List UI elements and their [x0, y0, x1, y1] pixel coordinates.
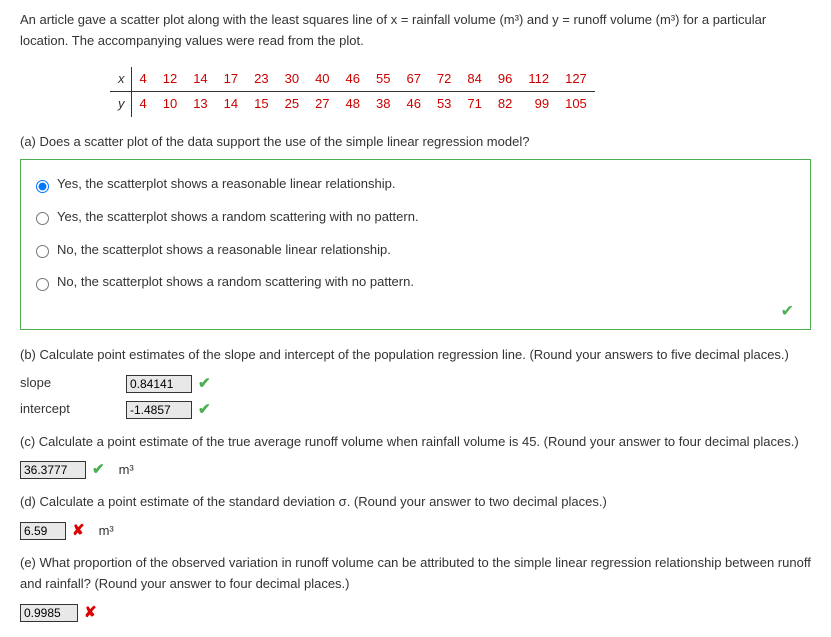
option-0[interactable]: Yes, the scatterplot shows a reasonable …	[31, 168, 800, 201]
option-3[interactable]: No, the scatterplot shows a random scatt…	[31, 266, 800, 299]
data-row-y: y 4 10 13 14 15 25 27 48 38 46 53 71 82 …	[110, 92, 595, 117]
part-e-prompt: (e) What proportion of the observed vari…	[20, 553, 811, 595]
radio-0[interactable]	[36, 180, 49, 193]
part-b-prompt: (b) Calculate point estimates of the slo…	[20, 345, 811, 366]
part-c-prompt: (c) Calculate a point estimate of the tr…	[20, 432, 811, 453]
check-icon: ✔	[198, 398, 211, 422]
check-icon: ✔	[31, 299, 800, 325]
intercept-label: intercept	[20, 399, 120, 420]
radio-2[interactable]	[36, 245, 49, 258]
intercept-input[interactable]	[126, 401, 192, 419]
data-row-x: x 4 12 14 17 23 30 40 46 55 67 72 84 96 …	[110, 67, 595, 92]
part-c-unit: m³	[119, 460, 134, 481]
part-d-prompt: (d) Calculate a point estimate of the st…	[20, 492, 811, 513]
cross-icon: ✘	[84, 601, 97, 625]
y-label: y	[110, 92, 131, 117]
slope-input[interactable]	[126, 375, 192, 393]
data-table: x 4 12 14 17 23 30 40 46 55 67 72 84 96 …	[110, 67, 595, 118]
part-d-input[interactable]	[20, 522, 66, 540]
check-icon: ✔	[198, 372, 211, 396]
radio-3[interactable]	[36, 278, 49, 291]
part-d-unit: m³	[99, 521, 114, 542]
check-icon: ✔	[92, 458, 105, 482]
x-label: x	[110, 67, 131, 92]
intro-text: An article gave a scatter plot along wit…	[20, 10, 811, 52]
part-c-input[interactable]	[20, 461, 86, 479]
slope-label: slope	[20, 373, 120, 394]
option-2[interactable]: No, the scatterplot shows a reasonable l…	[31, 234, 800, 267]
option-1[interactable]: Yes, the scatterplot shows a random scat…	[31, 201, 800, 234]
radio-1[interactable]	[36, 212, 49, 225]
part-a-options: Yes, the scatterplot shows a reasonable …	[20, 159, 811, 330]
part-a-prompt: (a) Does a scatter plot of the data supp…	[20, 132, 811, 153]
part-e-input[interactable]	[20, 604, 78, 622]
cross-icon: ✘	[72, 519, 85, 543]
